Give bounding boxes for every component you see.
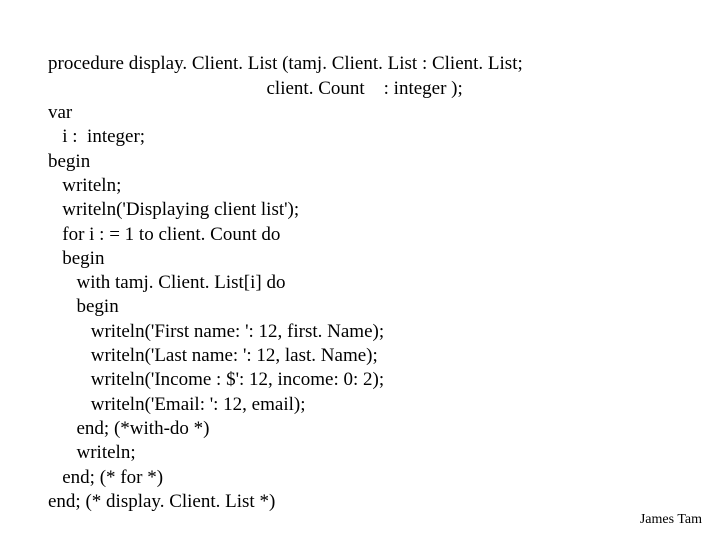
code-line: begin: [48, 296, 119, 317]
code-line: writeln;: [48, 175, 121, 196]
code-line: i : integer;: [48, 126, 145, 147]
code-line: client. Count : integer );: [48, 78, 463, 99]
footer-author: James Tam: [640, 512, 702, 528]
code-line: writeln('Displaying client list');: [48, 199, 299, 220]
code-line: end; (* for *): [48, 467, 163, 488]
code-line: var: [48, 102, 72, 123]
code-line: end; (* display. Client. List *): [48, 491, 275, 512]
code-line: writeln;: [48, 442, 136, 463]
code-line: writeln('Income : $': 12, income: 0: 2);: [48, 369, 384, 390]
code-line: writeln('Last name: ': 12, last. Name);: [48, 345, 378, 366]
code-line: end; (*with-do *): [48, 418, 209, 439]
slide: procedure display. Client. List (tamj. C…: [0, 0, 720, 540]
code-line: procedure display. Client. List (tamj. C…: [48, 53, 523, 74]
code-line: begin: [48, 248, 104, 269]
code-line: with tamj. Client. List[i] do: [48, 272, 285, 293]
code-line: writeln('First name: ': 12, first. Name)…: [48, 321, 384, 342]
code-line: for i : = 1 to client. Count do: [48, 224, 280, 245]
code-line: begin: [48, 151, 90, 172]
code-block: procedure display. Client. List (tamj. C…: [48, 28, 680, 514]
code-line: writeln('Email: ': 12, email);: [48, 394, 305, 415]
